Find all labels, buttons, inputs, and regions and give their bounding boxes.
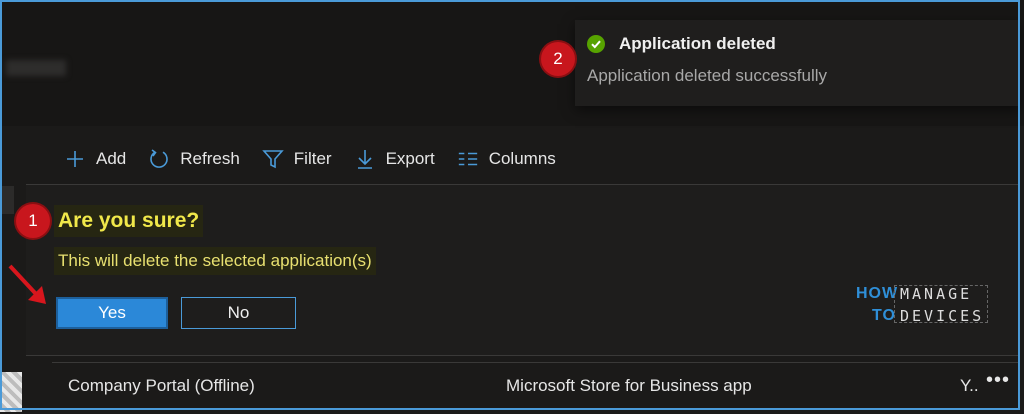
screenshot-border <box>0 0 1020 410</box>
